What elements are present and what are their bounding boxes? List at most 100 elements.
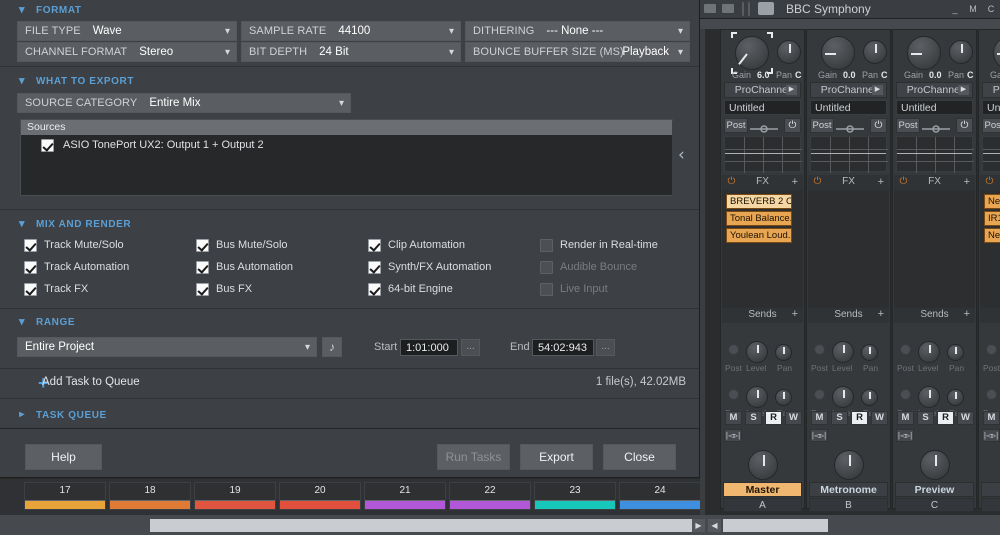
option-track-fx[interactable]: Track FX — [24, 283, 88, 298]
send-slot[interactable]: Post Level Pan — [808, 340, 889, 374]
section-header-mix-and-render[interactable]: ▾ MIX AND RENDER — [0, 214, 699, 234]
send-enable-dot[interactable] — [900, 344, 911, 355]
read-automation-button[interactable]: R — [937, 411, 954, 425]
source-checkbox[interactable] — [41, 139, 54, 152]
chevron-right-icon[interactable]: ▶ — [958, 85, 969, 95]
section-header-what-to-export[interactable]: ▾ WHAT TO EXPORT — [0, 71, 699, 91]
interleave-button[interactable]: |◅▹| — [896, 429, 914, 442]
send-level-knob[interactable] — [832, 341, 854, 363]
help-button[interactable]: Help — [25, 444, 102, 470]
start-time-field[interactable]: 1:01:000 — [400, 339, 458, 356]
eq-graph[interactable] — [810, 136, 888, 173]
option-synth-fx-automation[interactable]: Synth/FX Automation — [368, 261, 491, 276]
post-button[interactable]: Post — [810, 118, 834, 133]
prochannel-button[interactable]: ProChannel ▶ — [810, 82, 887, 98]
bus-automation-checkbox[interactable] — [196, 261, 209, 274]
power-icon-button[interactable]: ⏻ — [784, 118, 801, 133]
clip[interactable]: 18 — [109, 482, 191, 510]
pan-knob[interactable] — [777, 40, 801, 64]
clip[interactable]: 19 — [194, 482, 276, 510]
chevron-right-icon[interactable]: ▶ — [786, 85, 797, 95]
render-in-real-time-checkbox[interactable] — [540, 239, 553, 252]
channel-format-combo[interactable]: CHANNEL FORMAT Stereo ▾ — [17, 42, 237, 62]
clip[interactable]: 24 — [619, 482, 701, 510]
strip-name-button[interactable]: Preview — [895, 482, 974, 497]
fx-slot[interactable]: Neu... — [984, 228, 1000, 243]
add-send-plus-icon[interactable]: + — [878, 308, 884, 321]
write-automation-button[interactable]: W — [871, 411, 888, 425]
eq-graph[interactable] — [896, 136, 974, 173]
option-bus-mute-solo[interactable]: Bus Mute/Solo — [196, 239, 288, 254]
send-level-knob[interactable] — [918, 341, 940, 363]
clip[interactable]: 17 — [24, 482, 106, 510]
send-enable-dot[interactable] — [814, 389, 825, 400]
prochannel-button[interactable]: ProChannel ▶ — [896, 82, 973, 98]
export-button[interactable]: Export — [520, 444, 593, 470]
prochannel-button[interactable]: ProChannel ▶ — [982, 82, 1000, 98]
bounce-buffer-size-combo[interactable]: BOUNCE BUFFER SIZE (MS) Playback ▾ — [465, 42, 690, 62]
preset-name-field[interactable]: Untitled — [896, 100, 973, 115]
send-level-knob[interactable] — [746, 386, 768, 408]
send-pan-knob[interactable] — [947, 389, 964, 406]
send-pan-knob[interactable] — [861, 344, 878, 361]
send-enable-dot[interactable] — [814, 344, 825, 355]
maximize-button[interactable]: M — [968, 5, 978, 14]
send-enable-dot[interactable] — [986, 344, 997, 355]
add-fx-plus-icon[interactable]: + — [964, 176, 970, 188]
send-slot[interactable]: Post Level Pan — [894, 340, 975, 374]
preset-name-field[interactable]: Untitled — [982, 100, 1000, 115]
end-time-browse-button[interactable]: ... — [596, 339, 615, 356]
music-note-icon-button[interactable]: ♪ — [322, 337, 342, 357]
gain-knob[interactable] — [993, 36, 1000, 70]
option-track-mute-solo[interactable]: Track Mute/Solo — [24, 239, 124, 254]
post-button[interactable]: Post — [896, 118, 920, 133]
scroll-right-arrow-icon[interactable]: ▶ — [692, 519, 705, 532]
routing-link-icon[interactable] — [836, 124, 864, 133]
end-time-field[interactable]: 54:02:943 — [532, 339, 594, 356]
bit-depth-combo[interactable]: BIT DEPTH 24 Bit ▾ — [241, 42, 461, 62]
section-header-task-queue[interactable]: ▸ TASK QUEUE — [0, 405, 699, 425]
source-list-item[interactable]: ASIO TonePort UX2: Output 1 + Output 2 — [21, 136, 672, 156]
mute-button[interactable]: M — [897, 411, 914, 425]
gain-knob[interactable] — [821, 36, 855, 70]
send-pan-knob[interactable] — [775, 344, 792, 361]
clip[interactable]: 23 — [534, 482, 616, 510]
send-enable-dot[interactable] — [728, 389, 739, 400]
fx-slot[interactable]: IR1 — [984, 211, 1000, 226]
fx-slot[interactable]: Tonal Balance... — [726, 211, 792, 226]
mute-button[interactable]: M — [983, 411, 1000, 425]
range-preset-combo[interactable]: Entire Project ▾ — [17, 337, 317, 357]
dithering-combo[interactable]: DITHERING --- None --- ▾ — [465, 21, 690, 41]
mixer-strip-master[interactable]: Gain 6.0 Pan C ProChannel ▶ Untitled Pos… — [720, 29, 805, 512]
write-automation-button[interactable]: W — [785, 411, 802, 425]
send-slot[interactable]: Post Level Pan — [980, 340, 1000, 374]
option-track-automation[interactable]: Track Automation — [24, 261, 129, 276]
bus-fx-checkbox[interactable] — [196, 283, 209, 296]
gain-knob[interactable] — [907, 36, 941, 70]
send-pan-knob[interactable] — [947, 344, 964, 361]
track-fx-checkbox[interactable] — [24, 283, 37, 296]
pan-knob[interactable] — [949, 40, 973, 64]
sources-collapse-tab[interactable]: ‹ — [672, 121, 698, 196]
close-button[interactable]: Close — [603, 444, 676, 470]
chevron-right-icon[interactable]: ▶ — [872, 85, 883, 95]
mixer-strip-preview[interactable]: Gain 0.0 Pan C ProChannel ▶ Untitled Pos… — [892, 29, 977, 512]
file-type-combo[interactable]: FILE TYPE Wave ▾ — [17, 21, 237, 41]
read-automation-button[interactable]: R — [851, 411, 868, 425]
track-automation-checkbox[interactable] — [24, 261, 37, 274]
bus-mute-solo-checkbox[interactable] — [196, 239, 209, 252]
clip[interactable]: 20 — [279, 482, 361, 510]
option-render-in-real-time[interactable]: Render in Real-time — [540, 239, 658, 254]
post-button[interactable]: Post — [724, 118, 748, 133]
routing-link-icon[interactable] — [750, 124, 778, 133]
sample-rate-combo[interactable]: SAMPLE RATE 44100 ▾ — [241, 21, 461, 41]
mixer-hscrollbar-thumb[interactable] — [723, 519, 828, 532]
pan-knob[interactable] — [863, 40, 887, 64]
routing-link-icon[interactable] — [922, 124, 950, 133]
send-enable-dot[interactable] — [900, 389, 911, 400]
close-window-button[interactable]: C — [986, 5, 996, 14]
send-level-knob[interactable] — [746, 341, 768, 363]
section-header-format[interactable]: ▾ FORMAT — [0, 0, 699, 20]
start-time-browse-button[interactable]: ... — [461, 339, 480, 356]
run-tasks-button[interactable]: Run Tasks — [437, 444, 510, 470]
